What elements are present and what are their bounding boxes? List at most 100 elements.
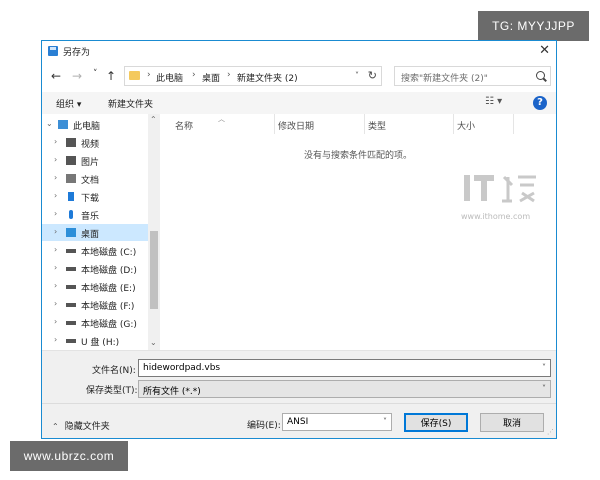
- file-list-pane: ︿ 名称 修改日期 类型 大小 没有与搜索条件匹配的项。 www.ithome.…: [160, 114, 556, 350]
- column-header-size[interactable]: 大小: [457, 119, 475, 132]
- window-icon: [48, 46, 58, 56]
- nav-item-desktop-folder[interactable]: › 桌面: [42, 224, 148, 241]
- nav-item-label: 本地磁盘 (E:): [81, 284, 136, 294]
- nav-item-label: 桌面: [81, 230, 100, 240]
- filetype-label: 保存类型(T):: [86, 386, 138, 396]
- site-badge: www.ubrzc.com: [10, 441, 128, 471]
- nav-item-downloads-folder[interactable]: › 下载: [42, 188, 148, 205]
- breadcrumb-separator: ›: [192, 70, 196, 80]
- nav-item-label: 视频: [81, 140, 100, 150]
- nav-item-drive[interactable]: › 本地磁盘 (F:): [42, 296, 148, 313]
- collapse-chevron-icon[interactable]: ›: [54, 263, 57, 272]
- view-options-icon[interactable]: ☷ ▾: [485, 96, 502, 107]
- resize-grip-icon[interactable]: ⋰: [547, 429, 554, 436]
- sort-ascending-icon: ︿: [218, 115, 225, 123]
- breadcrumb-item-this-pc[interactable]: 此电脑: [156, 71, 183, 84]
- nav-item-system-drive[interactable]: › 本地磁盘 (C:): [42, 242, 148, 259]
- encoding-label: 编码(E):: [247, 421, 281, 431]
- usb-drive-icon: [66, 339, 76, 343]
- back-arrow-icon[interactable]: ←: [51, 70, 61, 82]
- nav-item-drive[interactable]: › 本地磁盘 (G:): [42, 314, 148, 331]
- save-button[interactable]: 保存(S): [404, 413, 468, 432]
- breadcrumb-item-new-folder[interactable]: 新建文件夹 (2): [237, 71, 298, 84]
- drive-icon: [66, 285, 76, 289]
- collapse-chevron-icon[interactable]: ›: [54, 191, 57, 200]
- recent-locations-chevron-icon[interactable]: ˅: [93, 68, 98, 80]
- refresh-icon[interactable]: ↻: [368, 69, 377, 82]
- scroll-down-icon[interactable]: ⌄: [150, 338, 157, 347]
- column-divider[interactable]: [453, 114, 454, 134]
- hide-folders-label: 隐藏文件夹: [64, 422, 110, 432]
- address-dropdown-icon[interactable]: ˅: [355, 71, 359, 80]
- collapse-chevron-icon[interactable]: ›: [54, 209, 57, 218]
- nav-item-usb-drive[interactable]: › U 盘 (H:): [42, 332, 148, 349]
- filetype-select[interactable]: 所有文件 (*.*) ˅: [138, 380, 551, 398]
- hide-folders-toggle[interactable]: ⌃ 隐藏文件夹: [52, 419, 110, 432]
- collapse-chevron-icon[interactable]: ›: [54, 227, 57, 236]
- search-icon[interactable]: [536, 71, 545, 80]
- breadcrumb-separator: ›: [147, 70, 151, 80]
- scroll-up-icon[interactable]: ⌃: [150, 115, 157, 124]
- cancel-button[interactable]: 取消: [480, 413, 544, 432]
- nav-item-label: 音乐: [81, 212, 100, 222]
- up-arrow-icon[interactable]: ↑: [106, 70, 116, 82]
- folder-icon: [129, 71, 140, 80]
- nav-item-drive[interactable]: › 本地磁盘 (D:): [42, 260, 148, 277]
- filename-input[interactable]: hidewordpad.vbs ˅: [138, 359, 551, 377]
- ithome-logo-watermark: [464, 175, 536, 203]
- scrollbar-thumb[interactable]: [150, 231, 158, 309]
- column-divider[interactable]: [513, 114, 514, 134]
- collapse-chevron-icon[interactable]: ›: [54, 299, 57, 308]
- drive-icon: [66, 267, 76, 271]
- collapse-chevron-icon[interactable]: ›: [54, 317, 57, 326]
- nav-item-this-pc[interactable]: ⌄ 此电脑: [42, 116, 148, 133]
- nav-item-video-folder[interactable]: › 视频: [42, 134, 148, 151]
- filename-value[interactable]: hidewordpad.vbs: [143, 363, 220, 373]
- nav-item-pictures-folder[interactable]: › 图片: [42, 152, 148, 169]
- chevron-down-icon[interactable]: ˅: [383, 417, 387, 426]
- navigation-pane: ⌄ 此电脑 › 视频 › 图片 › 文档 › 下载 › 音乐 › 桌面 › 本地磁盘 (C:) › 本地磁盘 (D…: [42, 114, 148, 350]
- nav-item-documents-folder[interactable]: › 文档: [42, 170, 148, 187]
- organize-menu-button[interactable]: 组织 ▾: [56, 97, 81, 110]
- column-divider[interactable]: [364, 114, 365, 134]
- forward-arrow-icon[interactable]: →: [72, 70, 82, 82]
- collapse-chevron-icon[interactable]: ›: [54, 137, 57, 146]
- computer-icon: [58, 120, 68, 129]
- nav-item-label: 图片: [81, 158, 100, 168]
- expand-chevron-icon[interactable]: ⌄: [46, 119, 53, 128]
- filetype-value: 所有文件 (*.*): [143, 387, 201, 397]
- nav-item-drive[interactable]: › 本地磁盘 (E:): [42, 278, 148, 295]
- nav-item-label: 本地磁盘 (C:): [81, 248, 137, 258]
- breadcrumb-item-desktop[interactable]: 桌面: [202, 71, 220, 84]
- help-icon[interactable]: ?: [533, 96, 547, 110]
- new-folder-button[interactable]: 新建文件夹: [108, 97, 153, 110]
- title-bar: 另存为 ✕: [42, 41, 556, 62]
- column-header-name[interactable]: 名称: [175, 119, 193, 132]
- divider: [42, 403, 556, 404]
- collapse-chevron-icon[interactable]: ›: [54, 335, 57, 344]
- search-box[interactable]: 搜索"新建文件夹 (2)": [394, 66, 551, 86]
- address-row: ← → ˅ ↑ › 此电脑 › 桌面 › 新建文件夹 (2) ˅ ↻ 搜索"新建…: [42, 62, 556, 92]
- save-as-dialog: 另存为 ✕ ← → ˅ ↑ › 此电脑 › 桌面 › 新建文件夹 (2) ˅ ↻…: [41, 40, 557, 439]
- column-header-type[interactable]: 类型: [368, 119, 386, 132]
- nav-pane-scrollbar[interactable]: ⌃ ⌄: [148, 114, 160, 350]
- encoding-select[interactable]: ANSI ˅: [282, 413, 392, 431]
- address-bar[interactable]: › 此电脑 › 桌面 › 新建文件夹 (2) ˅ ↻: [124, 66, 382, 86]
- documents-folder-icon: [66, 174, 76, 183]
- nav-item-label: 下载: [81, 194, 100, 204]
- collapse-chevron-icon[interactable]: ›: [54, 281, 57, 290]
- toolbar: 组织 ▾ 新建文件夹 ☷ ▾ ?: [42, 92, 556, 114]
- chevron-down-icon[interactable]: ˅: [542, 363, 546, 372]
- collapse-chevron-icon[interactable]: ›: [54, 245, 57, 254]
- filename-label: 文件名(N):: [92, 366, 136, 376]
- chevron-up-icon: ⌃: [52, 422, 59, 431]
- nav-item-music-folder[interactable]: › 音乐: [42, 206, 148, 223]
- column-header-date-modified[interactable]: 修改日期: [278, 119, 314, 132]
- column-divider[interactable]: [274, 114, 275, 134]
- close-icon[interactable]: ✕: [539, 42, 550, 60]
- collapse-chevron-icon[interactable]: ›: [54, 173, 57, 182]
- collapse-chevron-icon[interactable]: ›: [54, 155, 57, 164]
- chevron-down-icon[interactable]: ˅: [542, 384, 546, 393]
- encoding-value: ANSI: [287, 417, 309, 427]
- dialog-title: 另存为: [63, 48, 91, 58]
